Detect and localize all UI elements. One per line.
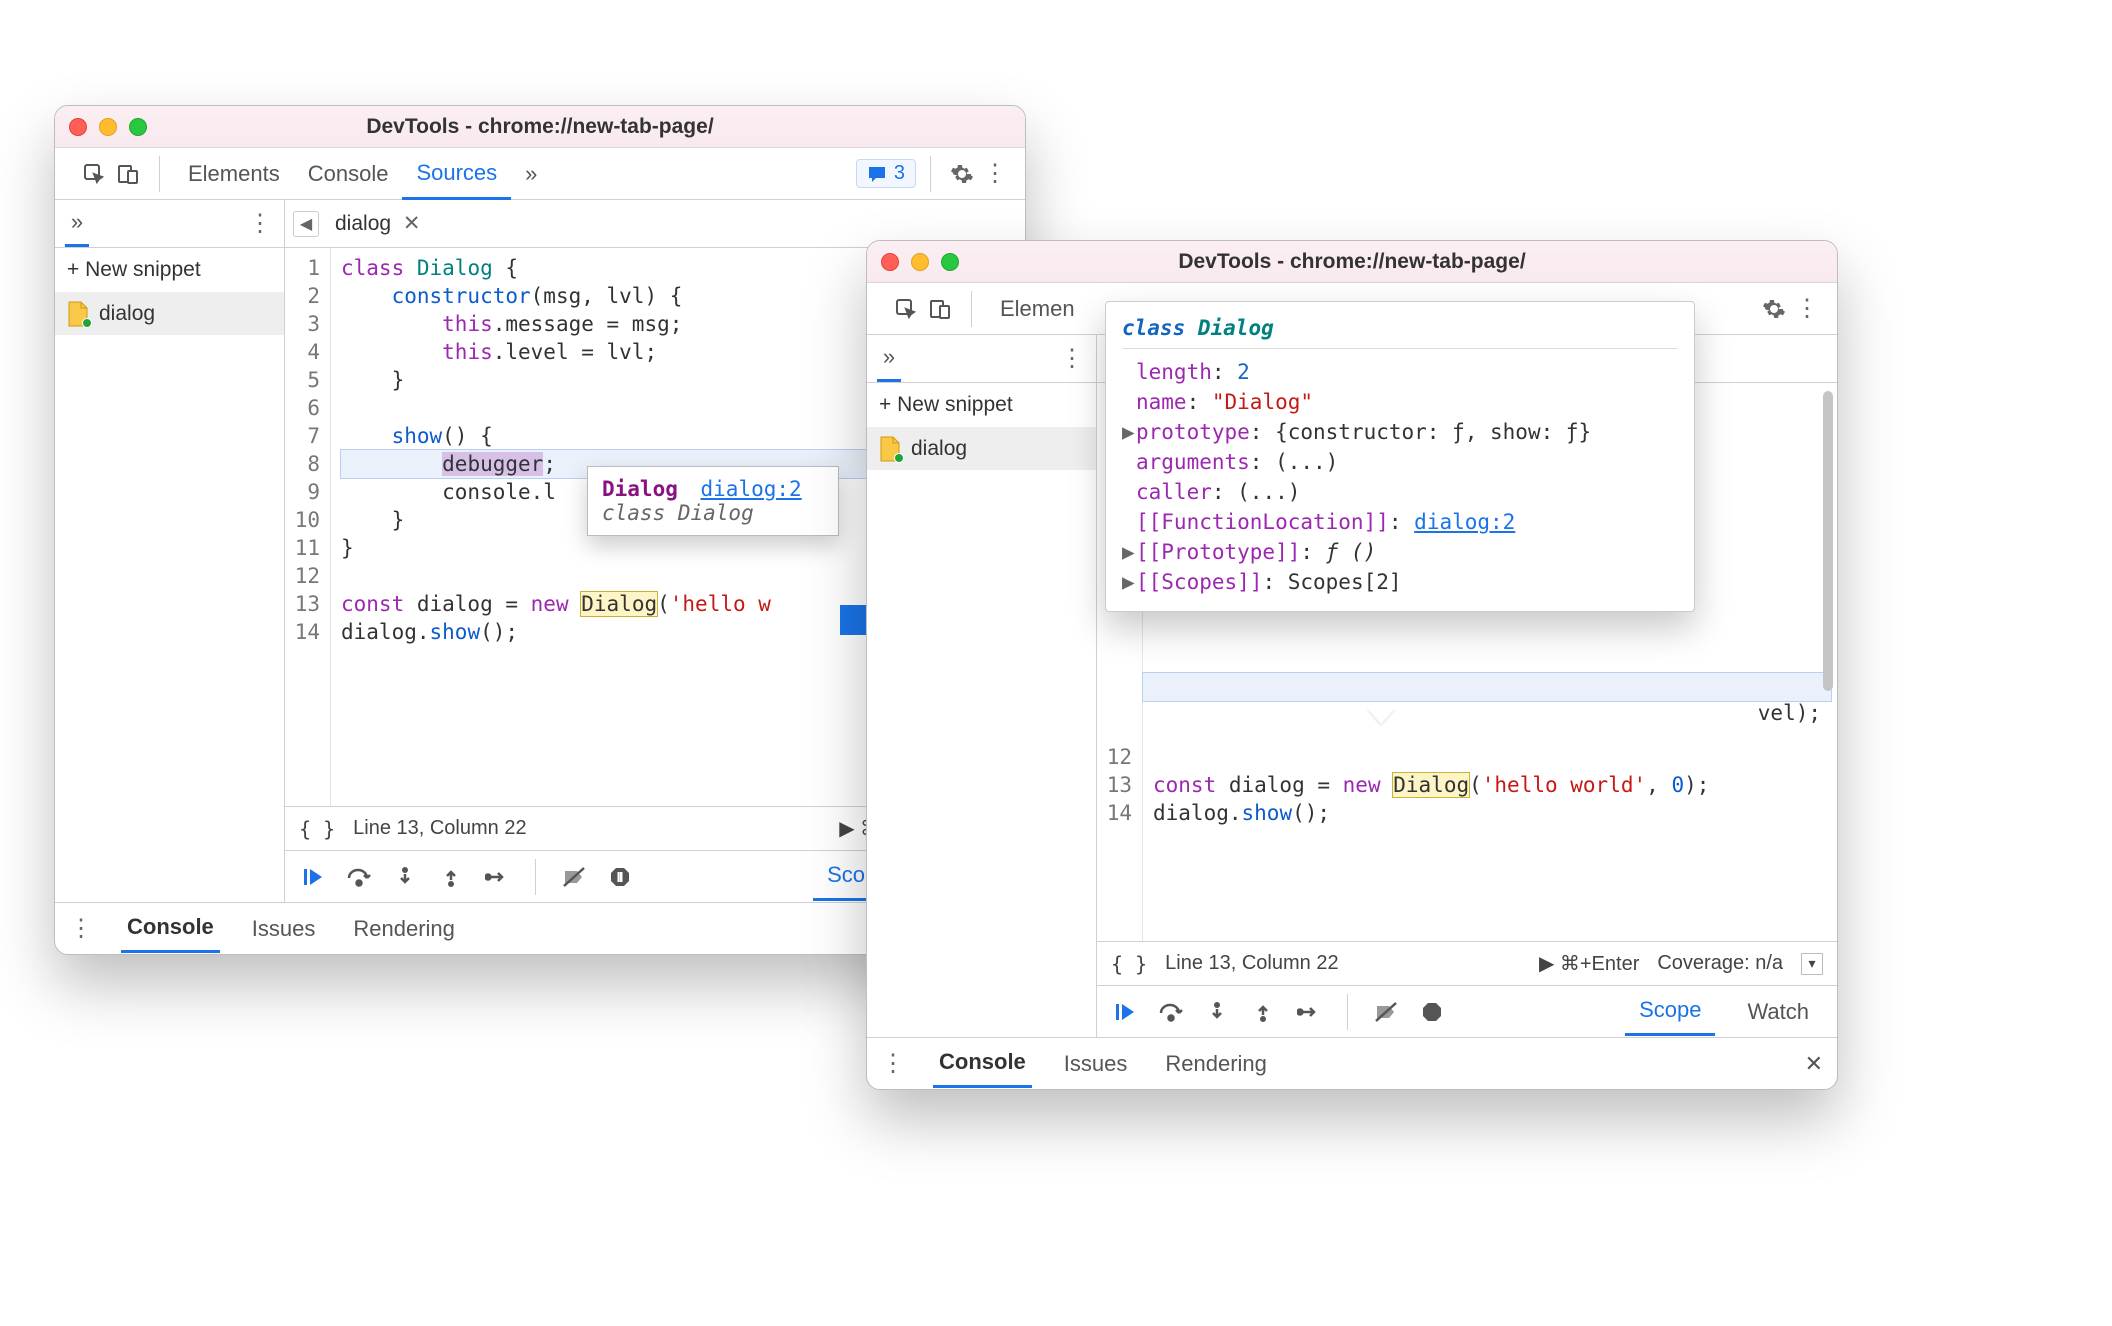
object-inspector-popover: class Dialog length: 2name: "Dialog"▶pro… <box>1105 301 1695 612</box>
devtools-toolbar: Elements Console Sources » 3 ⋮ <box>55 148 1025 200</box>
tab-elements[interactable]: Elements <box>174 149 294 198</box>
inspect-element-icon[interactable] <box>889 292 923 326</box>
cursor-position: Line 13, Column 22 <box>1165 952 1338 975</box>
popover-property-row: caller: (...) <box>1122 477 1678 507</box>
snippet-file-icon <box>879 436 901 462</box>
step-out-icon[interactable] <box>1249 998 1277 1026</box>
close-drawer-icon[interactable]: ✕ <box>1805 1051 1823 1077</box>
window-title: DevTools - chrome://new-tab-page/ <box>55 115 1025 139</box>
popover-property-row[interactable]: ▶[[Prototype]]: ƒ () <box>1122 537 1678 567</box>
popover-property-row: length: 2 <box>1122 357 1678 387</box>
step-icon[interactable] <box>483 863 511 891</box>
navigator-menu-icon[interactable]: ⋮ <box>248 209 274 238</box>
deactivate-breakpoints-icon[interactable] <box>1372 998 1400 1026</box>
cursor-position: Line 13, Column 22 <box>353 817 526 840</box>
drawer-tab-console[interactable]: Console <box>933 1039 1032 1088</box>
popover-property-row: arguments: (...) <box>1122 447 1678 477</box>
open-file-name: dialog <box>335 212 391 235</box>
hover-tooltip: Dialog dialog:2 class Dialog <box>587 466 839 536</box>
snippet-name: dialog <box>911 437 967 461</box>
new-snippet-button[interactable]: + New snippet <box>55 248 284 293</box>
popover-class-name: Dialog <box>1198 316 1274 340</box>
drawer-menu-icon[interactable]: ⋮ <box>69 914 95 943</box>
settings-icon[interactable] <box>1757 292 1791 326</box>
snippet-list-item[interactable]: dialog <box>55 293 284 335</box>
step-out-icon[interactable] <box>437 863 465 891</box>
popover-class-keyword: class <box>1122 316 1185 340</box>
paused-line-highlight <box>1143 673 1831 701</box>
issues-icon <box>867 165 887 183</box>
navigator-overflow-icon[interactable]: » <box>877 336 901 382</box>
snippet-file-icon <box>67 301 89 327</box>
tooltip-ident: Dialog <box>602 477 678 501</box>
device-toolbar-icon[interactable] <box>923 292 957 326</box>
settings-icon[interactable] <box>945 157 979 191</box>
new-snippet-button[interactable]: + New snippet <box>867 383 1096 428</box>
resume-icon[interactable] <box>299 863 327 891</box>
braces-icon[interactable]: { } <box>1111 952 1147 976</box>
titlebar: DevTools - chrome://new-tab-page/ <box>55 106 1025 148</box>
scrollbar-thumb[interactable] <box>1823 391 1833 691</box>
close-tab-icon[interactable]: ✕ <box>403 212 421 235</box>
collapse-icon[interactable]: ▾ <box>1801 953 1823 975</box>
snippet-name: dialog <box>99 302 155 326</box>
open-file-tab[interactable]: dialog ✕ <box>327 207 429 240</box>
popover-property-row: name: "Dialog" <box>1122 387 1678 417</box>
window-title: DevTools - chrome://new-tab-page/ <box>867 250 1837 274</box>
watch-tab[interactable]: Watch <box>1733 989 1823 1035</box>
minimize-window-button[interactable] <box>911 253 929 271</box>
tooltip-source-link[interactable]: dialog:2 <box>701 477 802 501</box>
line-number-gutter: 12345 678910 11121314 <box>285 248 331 806</box>
tab-sources[interactable]: Sources <box>402 148 511 200</box>
drawer-tab-issues[interactable]: Issues <box>246 906 322 952</box>
issues-count: 3 <box>894 162 905 185</box>
drawer-tab-issues[interactable]: Issues <box>1058 1041 1134 1087</box>
coverage-label: Coverage: n/a <box>1657 952 1783 975</box>
close-window-button[interactable] <box>69 118 87 136</box>
navigator-overflow-icon[interactable]: » <box>65 201 89 247</box>
kebab-menu-icon[interactable]: ⋮ <box>979 157 1013 191</box>
titlebar: DevTools - chrome://new-tab-page/ <box>867 241 1837 283</box>
popover-property-row[interactable]: ▶[[Scopes]]: Scopes[2] <box>1122 567 1678 597</box>
close-window-button[interactable] <box>881 253 899 271</box>
minimize-window-button[interactable] <box>99 118 117 136</box>
navigator-menu-icon[interactable]: ⋮ <box>1060 344 1086 373</box>
issues-badge[interactable]: 3 <box>856 159 916 188</box>
kebab-menu-icon[interactable]: ⋮ <box>1791 292 1825 326</box>
tabs-overflow-icon[interactable]: » <box>511 149 551 198</box>
scope-tab[interactable]: Scope <box>1625 987 1715 1036</box>
drawer-tab-rendering[interactable]: Rendering <box>1159 1041 1273 1087</box>
popover-caret <box>1367 708 1395 724</box>
resume-icon[interactable] <box>1111 998 1139 1026</box>
step-over-icon[interactable] <box>345 863 373 891</box>
file-history-back-icon[interactable]: ◀ <box>293 211 319 237</box>
pause-on-exceptions-icon[interactable] <box>606 863 634 891</box>
drawer-tab-rendering[interactable]: Rendering <box>347 906 461 952</box>
snippet-list-item[interactable]: dialog <box>867 428 1096 470</box>
deactivate-breakpoints-icon[interactable] <box>560 863 588 891</box>
tooltip-signature: class Dialog <box>602 501 824 525</box>
tab-elements-partial[interactable]: Elemen <box>986 284 1089 333</box>
popover-property-row[interactable]: ▶prototype: {constructor: ƒ, show: ƒ} <box>1122 417 1678 447</box>
popover-property-row: [[FunctionLocation]]: dialog:2 <box>1122 507 1678 537</box>
run-snippet-button[interactable]: ▶ ⌘+Enter <box>1539 951 1639 976</box>
zoom-window-button[interactable] <box>129 118 147 136</box>
tab-console[interactable]: Console <box>294 149 403 198</box>
step-over-icon[interactable] <box>1157 998 1185 1026</box>
zoom-window-button[interactable] <box>941 253 959 271</box>
step-into-icon[interactable] <box>391 863 419 891</box>
device-toolbar-icon[interactable] <box>111 157 145 191</box>
drawer-tab-console[interactable]: Console <box>121 904 220 953</box>
step-into-icon[interactable] <box>1203 998 1231 1026</box>
pause-on-exceptions-icon[interactable] <box>1418 998 1446 1026</box>
step-icon[interactable] <box>1295 998 1323 1026</box>
braces-icon[interactable]: { } <box>299 817 335 841</box>
drawer-menu-icon[interactable]: ⋮ <box>881 1049 907 1078</box>
inspect-element-icon[interactable] <box>77 157 111 191</box>
